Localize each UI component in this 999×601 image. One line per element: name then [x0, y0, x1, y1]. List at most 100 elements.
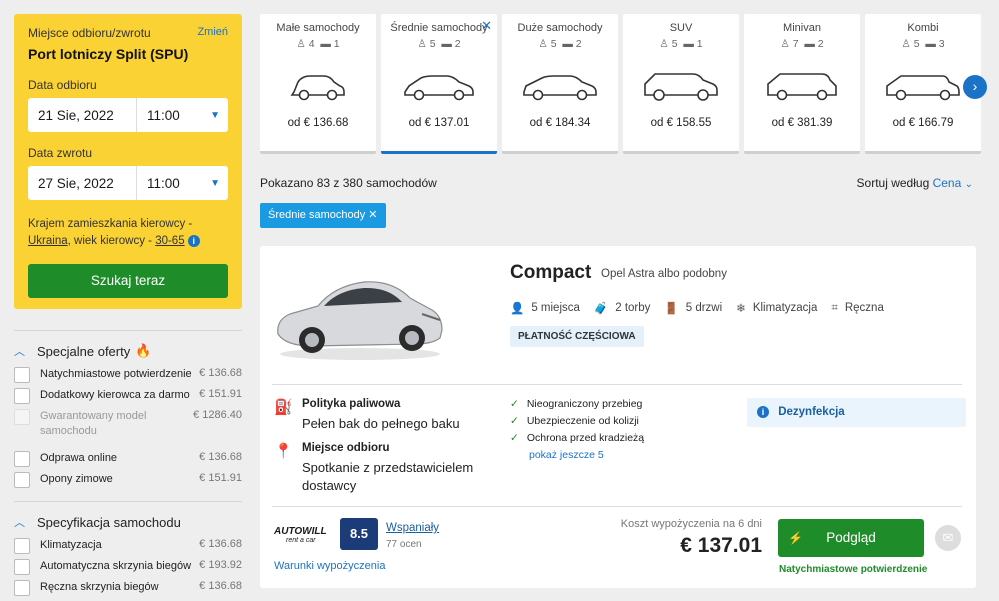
chevron-up-icon: ︿ [14, 517, 25, 529]
driver-age-link[interactable]: 30-65 [155, 235, 184, 247]
instant-confirmation: Natychmiastowe potwierdzenie [779, 564, 928, 575]
divider [272, 506, 962, 507]
driver-residence: Krajem zamieszkania kierowcy - Ukraina, … [28, 216, 228, 250]
included-perks: ✓ Nieograniczony przebieg ✓ Ubezpieczenie … [510, 398, 645, 461]
checkbox[interactable] [14, 388, 30, 404]
checkbox[interactable] [14, 559, 30, 575]
gearbox-icon: ⌗ [831, 301, 838, 314]
door-icon: 🚪 [664, 303, 679, 315]
pickup-date-field[interactable]: 21 Sie, 2022 11:00 ▼ [28, 98, 228, 132]
divider [14, 330, 242, 331]
car-icon [644, 73, 718, 101]
rental-terms-link[interactable]: Warunki wypożyczenia [274, 560, 385, 572]
return-date-label: Data zwrotu [28, 146, 93, 160]
car-name: Compact [510, 262, 592, 283]
info-icon: i [757, 406, 769, 418]
chevron-down-icon: ▼ [210, 109, 220, 121]
filter-option[interactable]: Klimatyzacja € 136.68 [14, 538, 242, 555]
category-card-large[interactable]: Duże samochody ♙ 5 ▬ 2 od € 184.34 [502, 14, 618, 154]
email-icon[interactable]: ✉ [935, 525, 961, 551]
snowflake-icon: ❄ [736, 303, 746, 315]
car-icon [523, 75, 597, 101]
person-icon: ♙ [780, 38, 790, 50]
category-card-medium[interactable]: ✕ Średnie samochody ♙ 5 ▬ 2 od € 137.01 [381, 14, 497, 154]
rating-label[interactable]: Wspaniały [386, 522, 439, 534]
checkbox[interactable] [14, 538, 30, 554]
active-filter-chip[interactable]: Średnie samochody ✕ [260, 203, 386, 228]
pickup-date-label: Data odbioru [28, 78, 97, 92]
pickup-time-select[interactable]: 11:00 ▼ [136, 98, 228, 132]
total-price: € 137.01 [680, 534, 762, 557]
return-date-field[interactable]: 27 Sie, 2022 11:00 ▼ [28, 166, 228, 200]
search-panel: Miejsce odbioru/zwrotu Zmień Port lotnic… [14, 14, 242, 309]
filter-option[interactable]: Ręczna skrzynia biegów € 136.68 [14, 580, 242, 597]
checkbox[interactable] [14, 451, 30, 467]
bag-icon: ▬ [804, 38, 815, 50]
special-offers-header[interactable]: ︿ Specjalne oferty 🔥 [14, 343, 242, 359]
car-icon [404, 75, 474, 101]
bag-icon: ▬ [320, 38, 331, 50]
fuel-policy: ⛽ Polityka paliwowa Pełen bak do pełnego… [274, 398, 460, 431]
filter-option[interactable]: Dodatkowy kierowca za darmo € 151.91 [14, 388, 242, 405]
view-deal-button[interactable]: ⚡ Podgląd [778, 519, 924, 557]
location-label: Miejsce odbioru/zwrotu [28, 26, 151, 40]
car-icon [767, 73, 837, 101]
luggage-icon: 🧳 [593, 303, 609, 315]
checkbox [14, 409, 30, 425]
pickup-time-value: 11:00 [147, 107, 180, 123]
checkbox[interactable] [14, 367, 30, 383]
person-icon: ♙ [901, 38, 911, 50]
show-more-link[interactable]: pokaż jeszcze 5 [529, 449, 644, 461]
check-icon: ✓ [510, 432, 519, 444]
filter-option: Gwarantowany model samochodu € 1286.40 [14, 409, 242, 447]
results-count: Pokazano 83 z 380 samochodów [260, 176, 437, 190]
divider [14, 501, 242, 502]
person-icon: ♙ [417, 38, 427, 50]
filters-sidebar: ︿ Specjalne oferty 🔥 Natychmiastowe potw… [14, 330, 242, 601]
check-icon: ✓ [510, 415, 519, 427]
supplier-logo: AUTOWILL rent a car [274, 526, 327, 544]
filter-option[interactable]: Odprawa online € 136.68 [14, 451, 242, 468]
filter-option[interactable]: Opony zimowe € 151.91 [14, 472, 242, 489]
pickup-point: 📍 Miejsce odbioru Spotkanie z przedstawi… [274, 442, 474, 493]
car-icon [886, 75, 960, 101]
return-time-select[interactable]: 11:00 ▼ [136, 166, 228, 200]
checkbox[interactable] [14, 472, 30, 488]
category-card-suv[interactable]: SUV ♙ 5 ▬ 1 od € 158.55 [623, 14, 739, 154]
fire-icon: 🔥 [135, 343, 152, 358]
pickup-date-value[interactable]: 21 Sie, 2022 [28, 108, 136, 123]
car-result-card: Compact Opel Astra albo podobny 👤 5 miejs… [260, 246, 976, 588]
person-icon: ♙ [538, 38, 548, 50]
chevron-right-icon[interactable]: › [963, 75, 987, 99]
category-card-small[interactable]: Małe samochody ♙ 4 ▬ 1 od € 136.68 [260, 14, 376, 154]
bag-icon: ▬ [925, 38, 936, 50]
car-model: Opel Astra albo podobny [601, 268, 727, 280]
car-specs-header[interactable]: ︿ Specyfikacja samochodu [14, 514, 242, 530]
search-button[interactable]: Szukaj teraz [28, 264, 228, 298]
person-icon: ♙ [296, 38, 306, 50]
return-date-value[interactable]: 27 Sie, 2022 [28, 176, 136, 191]
person-icon: 👤 [510, 303, 525, 315]
residence-country-link[interactable]: Ukraina [28, 235, 68, 247]
sort-control[interactable]: Sortuj według Cena ⌄ [857, 176, 973, 190]
check-icon: ✓ [510, 398, 519, 410]
bag-icon: ▬ [562, 38, 573, 50]
disinfection-banner: i Dezynfekcja [747, 398, 966, 427]
close-icon[interactable]: ✕ [368, 209, 377, 221]
filter-option[interactable]: Natychmiastowe potwierdzenie € 136.68 [14, 367, 242, 384]
fuel-pump-icon: ⛽ [274, 399, 293, 416]
change-location-link[interactable]: Zmień [197, 26, 228, 40]
chevron-up-icon: ︿ [14, 346, 25, 358]
car-specs: 👤 5 miejsca 🧳 2 torby 🚪 5 drzwi ❄ Klimatyzac… [510, 301, 884, 316]
filter-option[interactable]: Automatyczna skrzynia biegów € 193.92 [14, 559, 242, 576]
sort-value[interactable]: Cena [933, 176, 962, 190]
price-label: Koszt wypożyczenia na 6 dni [620, 518, 762, 530]
chevron-down-icon: ▼ [210, 177, 220, 189]
close-icon[interactable]: ✕ [481, 18, 492, 34]
car-icon [290, 75, 345, 101]
car-photo [277, 281, 443, 360]
category-card-minivan[interactable]: Minivan ♙ 7 ▬ 2 od € 381.39 [744, 14, 860, 154]
lightning-icon: ⚡ [788, 531, 803, 545]
info-icon[interactable]: i [187, 235, 200, 247]
checkbox[interactable] [14, 580, 30, 596]
